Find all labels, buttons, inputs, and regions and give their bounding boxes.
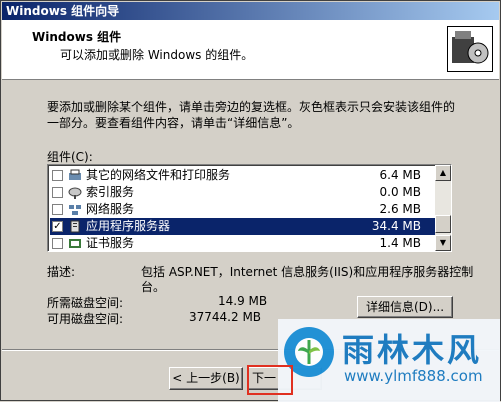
list-item[interactable]: 证书服务 1.4 MB [50, 235, 435, 251]
required-space-value: 14.9 MB [218, 294, 268, 308]
components-label: 组件(C): [47, 150, 93, 164]
wizard-window: Windows 组件向导 Windows 组件 可以添加或删除 Windows … [0, 0, 501, 402]
back-button[interactable]: < 上一步(B) [169, 367, 243, 390]
header-title: Windows 组件 [32, 30, 122, 44]
network-icon [68, 203, 82, 216]
instructions-text: 要添加或删除某个组件，请单击旁边的复选框。灰色框表示只会安装该组件的 一部分。要… [47, 100, 456, 130]
details-button[interactable]: 详细信息(D)... [357, 296, 453, 318]
wizard-header: Windows 组件 可以添加或删除 Windows 的组件。 [2, 20, 499, 80]
watermark-title: 雨林木风 [342, 331, 483, 369]
list-item[interactable]: 其它的网络文件和打印服务 6.4 MB [50, 167, 435, 184]
search-index-icon [68, 186, 82, 199]
components-list[interactable]: 其它的网络文件和打印服务 6.4 MB 索引服务 0.0 MB 网络服务 2.6… [47, 164, 452, 252]
scroll-down-icon[interactable]: ▼ [435, 235, 451, 251]
component-description: 包括 ASP.NET，Internet 信息服务(IIS)和应用程序服务器控制 [141, 265, 474, 279]
checkbox[interactable] [52, 170, 63, 181]
certificate-icon [68, 237, 82, 250]
window-title: Windows 组件向导 [6, 4, 120, 18]
header-subtitle: 可以添加或删除 Windows 的组件。 [60, 48, 254, 62]
components-box-icon [447, 26, 493, 72]
checkbox[interactable] [52, 238, 63, 249]
app-server-icon [68, 220, 82, 233]
available-space-value: 37744.2 MB [189, 310, 262, 324]
required-space-label: 所需磁盘空间: [47, 296, 124, 310]
available-space-label: 可用磁盘空间: [47, 312, 124, 326]
list-item[interactable]: 索引服务 0.0 MB [50, 184, 435, 201]
checkbox[interactable] [52, 187, 63, 198]
list-scrollbar[interactable]: ▲ ▼ [435, 165, 451, 251]
component-description-cont: 台。 [141, 280, 166, 294]
highlight-box [247, 365, 293, 395]
checkbox-checked[interactable]: ✓ [52, 221, 63, 232]
scroll-up-icon[interactable]: ▲ [435, 165, 451, 181]
title-bar[interactable]: Windows 组件向导 [2, 2, 499, 20]
description-label: 描述: [47, 265, 76, 279]
watermark: 雨林木风 www.ylmf888.com [278, 319, 500, 402]
watermark-url: www.ylmf888.com [344, 367, 483, 385]
scroll-thumb[interactable] [435, 215, 451, 233]
list-item-selected[interactable]: ✓ 应用程序服务器 34.4 MB [50, 218, 435, 235]
network-printer-icon [68, 169, 82, 182]
list-item[interactable]: 网络服务 2.6 MB [50, 201, 435, 218]
checkbox[interactable] [52, 204, 63, 215]
